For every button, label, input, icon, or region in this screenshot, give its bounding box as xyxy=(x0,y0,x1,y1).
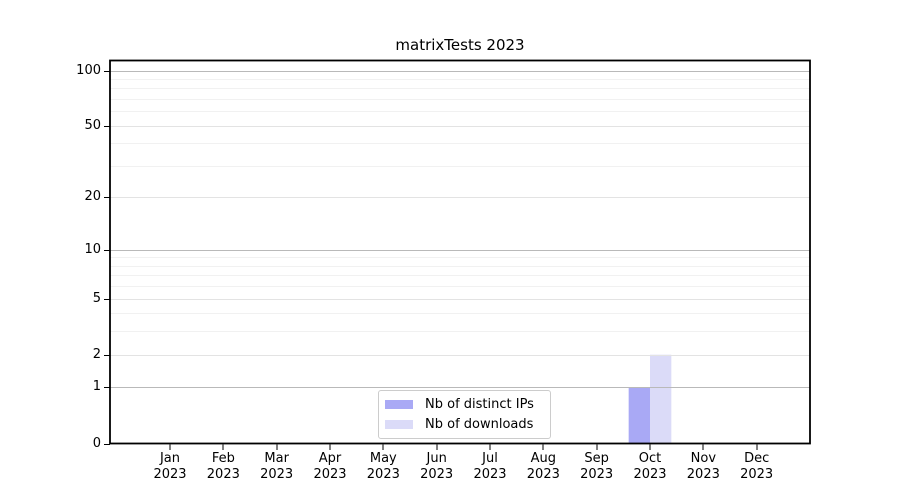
legend-item-downloads: Nb of downloads xyxy=(385,416,534,433)
y-tick-label-50: 50 xyxy=(84,117,101,133)
downloads-swatch xyxy=(385,420,413,429)
y-tick-label-20: 20 xyxy=(84,189,101,205)
chart-figure: matrixTests 2023 Nb of distinct IPs Nb o… xyxy=(0,0,900,500)
legend-label-downloads: Nb of downloads xyxy=(425,417,534,432)
bar-downloads-Oct xyxy=(649,354,672,444)
x-tick-month: Dec xyxy=(744,451,770,466)
y-tick-label-2: 2 xyxy=(92,346,101,362)
y-tick-label-100: 100 xyxy=(76,62,101,78)
y-tick-label-10: 10 xyxy=(84,241,101,257)
y-tick-label-0: 0 xyxy=(92,435,101,451)
distinct-ips-swatch xyxy=(385,400,413,409)
bar-distinct-ips-Oct xyxy=(628,387,650,444)
plot-frame xyxy=(109,59,811,445)
legend: Nb of distinct IPs Nb of downloads xyxy=(378,390,551,439)
legend-item-distinct-ips: Nb of distinct IPs xyxy=(385,396,534,413)
x-tick-year: 2023 xyxy=(740,466,774,482)
y-tick-label-5: 5 xyxy=(92,290,101,306)
y-tick-label-1: 1 xyxy=(92,379,101,395)
chart-title: matrixTests 2023 xyxy=(395,36,525,54)
x-tick-label-Dec: Dec 2023 xyxy=(725,451,789,482)
legend-label-distinct-ips: Nb of distinct IPs xyxy=(425,397,534,412)
